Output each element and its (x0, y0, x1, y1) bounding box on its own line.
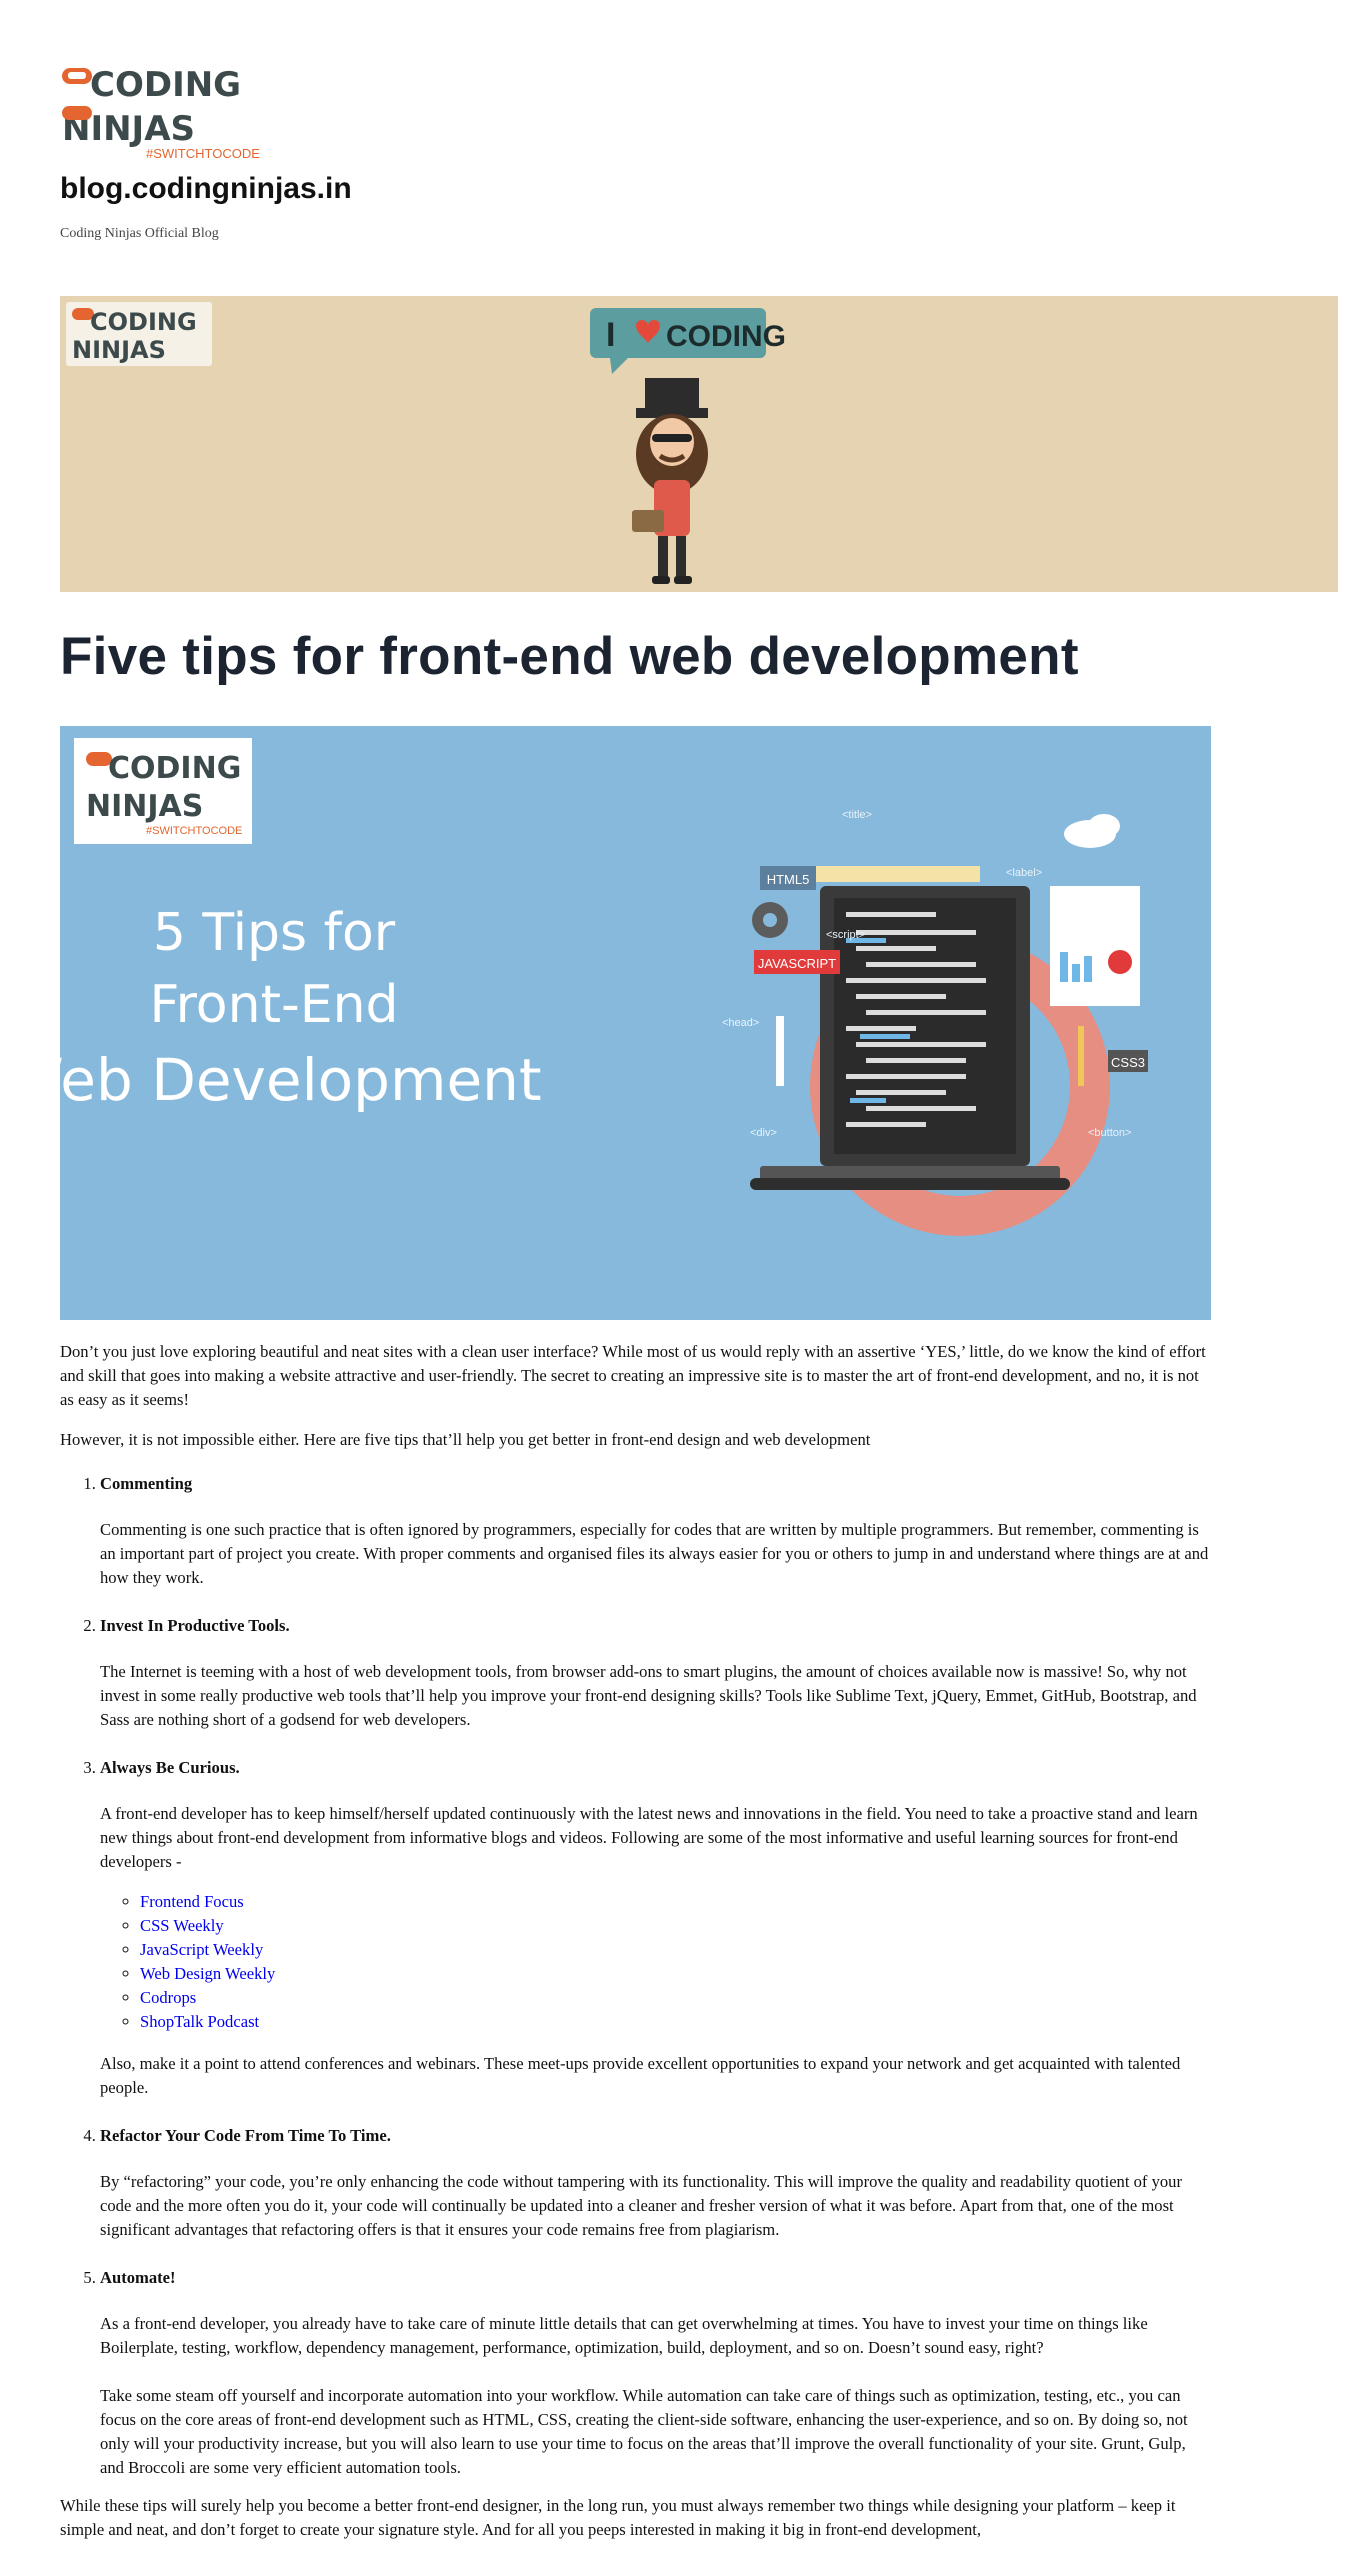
link-codrops[interactable]: Codrops (140, 1988, 196, 2007)
intro-paragraph-1: Don’t you just love exploring beautiful … (60, 1342, 1206, 1409)
post-title[interactable]: Five tips for front-end web development (60, 626, 1079, 687)
list-item: JavaScript Weekly (140, 1938, 1210, 1962)
feature-line-1: 5 Tips for (153, 903, 396, 963)
tip-paragraph: By “refactoring” your code, you’re only … (100, 2172, 1183, 2239)
feature-line-2: Front-End (149, 975, 398, 1035)
tag-html5: HTML5 (767, 872, 810, 887)
list-item: Frontend Focus (140, 1890, 1210, 1914)
tip-heading: Invest In Productive Tools. (100, 1616, 290, 1635)
tips-list: Commenting Commenting is one such practi… (60, 1472, 1210, 2480)
svg-text:NINJAS: NINJAS (86, 789, 203, 824)
list-item: Codrops (140, 1986, 1210, 2010)
tip-paragraph: The Internet is teeming with a host of w… (100, 1662, 1197, 1729)
svg-text:#SWITCHTOCODE: #SWITCHTOCODE (146, 825, 242, 837)
tip-paragraph: A front-end developer has to keep himsel… (100, 1804, 1198, 1871)
tag-script: <script> (826, 929, 865, 941)
tip-heading: Refactor Your Code From Time To Time. (100, 2126, 391, 2145)
tag-javascript: JAVASCRIPT (758, 956, 836, 971)
link-web-design-weekly[interactable]: Web Design Weekly (140, 1964, 275, 1983)
tip-paragraph: Take some steam off yourself and incorpo… (100, 2386, 1188, 2477)
tag-title: <title> (842, 809, 872, 821)
svg-text:NINJAS: NINJAS (72, 336, 166, 364)
tip-be-curious: Always Be Curious. A front-end developer… (100, 1756, 1210, 2100)
logo-word-top: CODING (90, 65, 241, 105)
tip-productive-tools: Invest In Productive Tools. The Internet… (100, 1614, 1210, 1732)
learning-sources-list: Frontend Focus CSS Weekly JavaScript Wee… (100, 1890, 1210, 2034)
tag-div: <div> (750, 1127, 777, 1139)
tip-paragraph: Also, make it a point to attend conferen… (100, 2054, 1181, 2097)
closing-paragraph: While these tips will surely help you be… (60, 2496, 1176, 2539)
tag-css3: CSS3 (1111, 1055, 1145, 1070)
header-banner-image: CODING NINJAS I CODING (60, 296, 1338, 592)
coding-ninjas-logo: CODING NINJAS #SWITCHTOCODE (62, 65, 260, 161)
site-description: Coding Ninjas Official Blog (60, 226, 219, 241)
tag-label: <label> (1006, 867, 1042, 879)
site-logo[interactable]: CODING NINJAS #SWITCHTOCODE (60, 62, 272, 161)
tag-button: <button> (1088, 1127, 1131, 1139)
feature-logo: CODING NINJAS #SWITCHTOCODE (74, 738, 252, 844)
list-item: Web Design Weekly (140, 1962, 1210, 1986)
tag-head: <head> (722, 1017, 759, 1029)
svg-text:CODING: CODING (666, 320, 786, 353)
tip-paragraph: Commenting is one such practice that is … (100, 1520, 1209, 1587)
tip-heading: Always Be Curious. (100, 1758, 240, 1777)
tip-refactor: Refactor Your Code From Time To Time. By… (100, 2124, 1210, 2242)
site-title[interactable]: blog.codingninjas.in (60, 172, 352, 206)
link-javascript-weekly[interactable]: JavaScript Weekly (140, 1940, 263, 1959)
tip-heading: Commenting (100, 1474, 193, 1493)
tip-heading: Automate! (100, 2268, 176, 2287)
tip-automate: Automate! As a front-end developer, you … (100, 2266, 1210, 2480)
feature-line-3: Web Development (60, 1046, 542, 1114)
svg-text:I: I (606, 316, 615, 354)
feature-image: CODING NINJAS #SWITCHTOCODE 5 Tips for F… (60, 726, 1211, 1320)
link-css-weekly[interactable]: CSS Weekly (140, 1916, 224, 1935)
tip-paragraph: As a front-end developer, you already ha… (100, 2314, 1148, 2357)
tip-commenting: Commenting Commenting is one such practi… (100, 1472, 1210, 1590)
list-item: ShopTalk Podcast (140, 2010, 1210, 2034)
logo-tagline: #SWITCHTOCODE (146, 146, 260, 160)
svg-text:CODING: CODING (108, 751, 241, 786)
intro-paragraph-2: However, it is not impossible either. He… (60, 1430, 871, 1449)
svg-text:CODING: CODING (90, 308, 197, 336)
list-item: CSS Weekly (140, 1914, 1210, 1938)
post-content: Don’t you just love exploring beautiful … (60, 1340, 1210, 2558)
link-shoptalk-podcast[interactable]: ShopTalk Podcast (140, 2012, 259, 2031)
link-frontend-focus[interactable]: Frontend Focus (140, 1892, 244, 1911)
